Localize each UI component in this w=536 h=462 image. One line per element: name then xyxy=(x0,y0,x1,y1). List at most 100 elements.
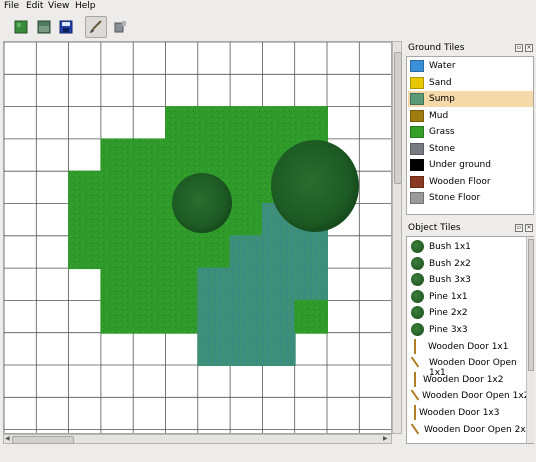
grass-tile[interactable] xyxy=(100,138,135,173)
float-icon[interactable]: ▫ xyxy=(515,44,523,52)
object-list-scrollbar[interactable] xyxy=(526,237,534,443)
grass-tile[interactable] xyxy=(100,267,135,302)
ground-tile-item[interactable]: Water xyxy=(408,58,533,74)
grass-tile[interactable] xyxy=(197,106,232,140)
grass-tile[interactable] xyxy=(100,299,135,334)
sump-tile[interactable] xyxy=(261,267,296,302)
tile-swatch-icon xyxy=(410,76,424,89)
ground-tile-item[interactable]: Mud xyxy=(408,108,533,124)
close-icon[interactable]: × xyxy=(525,44,533,52)
tile-swatch-icon xyxy=(410,126,424,138)
sump-tile[interactable] xyxy=(197,299,232,334)
horizontal-scroll-thumb[interactable] xyxy=(12,436,74,444)
grass-tile[interactable] xyxy=(165,299,199,334)
sump-tile[interactable] xyxy=(261,332,296,366)
object-tile-item[interactable]: Wooden Door 1x2 xyxy=(408,371,533,388)
ground-tile-item[interactable]: Stone xyxy=(408,141,533,157)
grass-tile[interactable] xyxy=(100,235,135,270)
grass-tile[interactable] xyxy=(294,106,328,140)
grass-tile[interactable] xyxy=(68,170,102,205)
ground-tile-item[interactable]: Sump xyxy=(408,91,533,107)
open-map-button[interactable] xyxy=(33,16,55,38)
grass-tile[interactable] xyxy=(197,235,232,270)
object-tile-item[interactable]: Wooden Door 1x1 xyxy=(408,338,533,355)
ground-tile-item[interactable]: Sand xyxy=(408,75,533,91)
sump-tile[interactable] xyxy=(261,299,296,334)
open-map-icon xyxy=(37,20,51,34)
menu-file[interactable]: File xyxy=(4,1,19,11)
grass-tile[interactable] xyxy=(197,138,232,173)
bush-object-2x2[interactable] xyxy=(172,173,232,233)
map-grid[interactable] xyxy=(3,41,392,434)
ground-tile-item[interactable]: Grass xyxy=(408,124,533,140)
grass-tile[interactable] xyxy=(100,203,135,237)
grass-tile[interactable] xyxy=(132,170,167,205)
grass-tile[interactable] xyxy=(132,267,167,302)
grass-tile[interactable] xyxy=(100,170,135,205)
save-button[interactable] xyxy=(55,16,77,38)
menu-help[interactable]: Help xyxy=(75,1,96,11)
ground-tile-item[interactable]: Stone Floor xyxy=(408,190,533,206)
door-open-icon xyxy=(410,423,420,435)
float-icon[interactable]: ▫ xyxy=(515,224,523,232)
ground-tile-item[interactable]: Under ground xyxy=(408,157,533,173)
door-open-icon xyxy=(410,389,420,401)
map-horizontal-scrollbar[interactable]: ◀ ▶ xyxy=(3,434,392,444)
grass-tile[interactable] xyxy=(165,106,199,140)
object-tile-item[interactable]: Pine 2x2 xyxy=(408,304,533,321)
grass-tile[interactable] xyxy=(229,203,264,237)
scroll-right-arrow[interactable]: ▶ xyxy=(383,435,388,443)
object-tile-item[interactable]: Wooden Door Open 1x2 xyxy=(408,387,533,404)
sump-tile[interactable] xyxy=(229,332,264,366)
object-tile-item[interactable]: Bush 1x1 xyxy=(408,238,533,255)
vertical-scroll-thumb[interactable] xyxy=(394,52,402,184)
map-canvas[interactable] xyxy=(3,41,392,434)
grass-tile[interactable] xyxy=(229,170,264,205)
sump-tile[interactable] xyxy=(197,332,232,366)
object-tile-item[interactable]: Wooden Door Open 1x1 xyxy=(408,354,533,378)
object-tile-item[interactable]: Bush 3x3 xyxy=(408,271,533,288)
sump-tile[interactable] xyxy=(229,235,264,270)
grass-tile[interactable] xyxy=(132,138,167,173)
object-list-scroll-thumb[interactable] xyxy=(528,239,534,371)
grass-tile[interactable] xyxy=(132,299,167,334)
object-tile-item[interactable]: Wooden Door Open 2x3 xyxy=(408,421,533,438)
object-tiles-list[interactable]: Bush 1x1 Bush 2x2 Bush 3x3 Pine 1x1 Pine 2x2… xyxy=(406,236,534,444)
grass-tile[interactable] xyxy=(68,235,102,270)
scroll-left-arrow[interactable]: ◀ xyxy=(5,435,10,443)
ground-tiles-list[interactable]: Water Sand Sump Mud Grass Stone Under ground Wo… xyxy=(406,56,534,215)
grass-tile[interactable] xyxy=(68,203,102,237)
object-tile-item[interactable]: Pine 1x1 xyxy=(408,288,533,305)
bush-object-3x3[interactable] xyxy=(271,140,359,232)
menu-edit[interactable]: Edit xyxy=(26,1,43,11)
object-tile-item[interactable]: Bush 2x2 xyxy=(408,255,533,272)
tile-swatch-icon xyxy=(410,60,424,72)
sump-tile[interactable] xyxy=(261,235,296,270)
grass-tile[interactable] xyxy=(294,299,328,334)
object-tile-item[interactable]: Wooden Door 1x3 xyxy=(408,404,533,421)
paint-brush-button[interactable] xyxy=(85,16,107,38)
grass-tile[interactable] xyxy=(229,106,264,140)
sump-tile[interactable] xyxy=(294,235,328,270)
grass-tile[interactable] xyxy=(261,106,296,140)
grass-tile[interactable] xyxy=(132,235,167,270)
new-map-button[interactable] xyxy=(10,16,32,38)
sump-tile[interactable] xyxy=(294,267,328,302)
fill-button[interactable] xyxy=(109,16,131,38)
grass-tile[interactable] xyxy=(165,138,199,173)
sump-tile[interactable] xyxy=(197,267,232,302)
grass-tile[interactable] xyxy=(165,267,199,302)
grass-tile[interactable] xyxy=(165,235,199,270)
sump-tile[interactable] xyxy=(229,299,264,334)
object-tile-item[interactable]: Pine 3x3 xyxy=(408,321,533,338)
ground-tile-label: Stone Floor xyxy=(429,193,481,203)
sump-tile[interactable] xyxy=(229,267,264,302)
menu-view[interactable]: View xyxy=(48,1,69,11)
map-vertical-scrollbar[interactable] xyxy=(392,41,402,434)
tile-swatch-icon xyxy=(410,109,424,122)
close-icon[interactable]: × xyxy=(525,224,533,232)
grass-tile[interactable] xyxy=(229,138,264,173)
door-icon xyxy=(414,371,416,387)
ground-tile-item[interactable]: Wooden Floor xyxy=(408,174,533,190)
grass-tile[interactable] xyxy=(132,203,167,237)
